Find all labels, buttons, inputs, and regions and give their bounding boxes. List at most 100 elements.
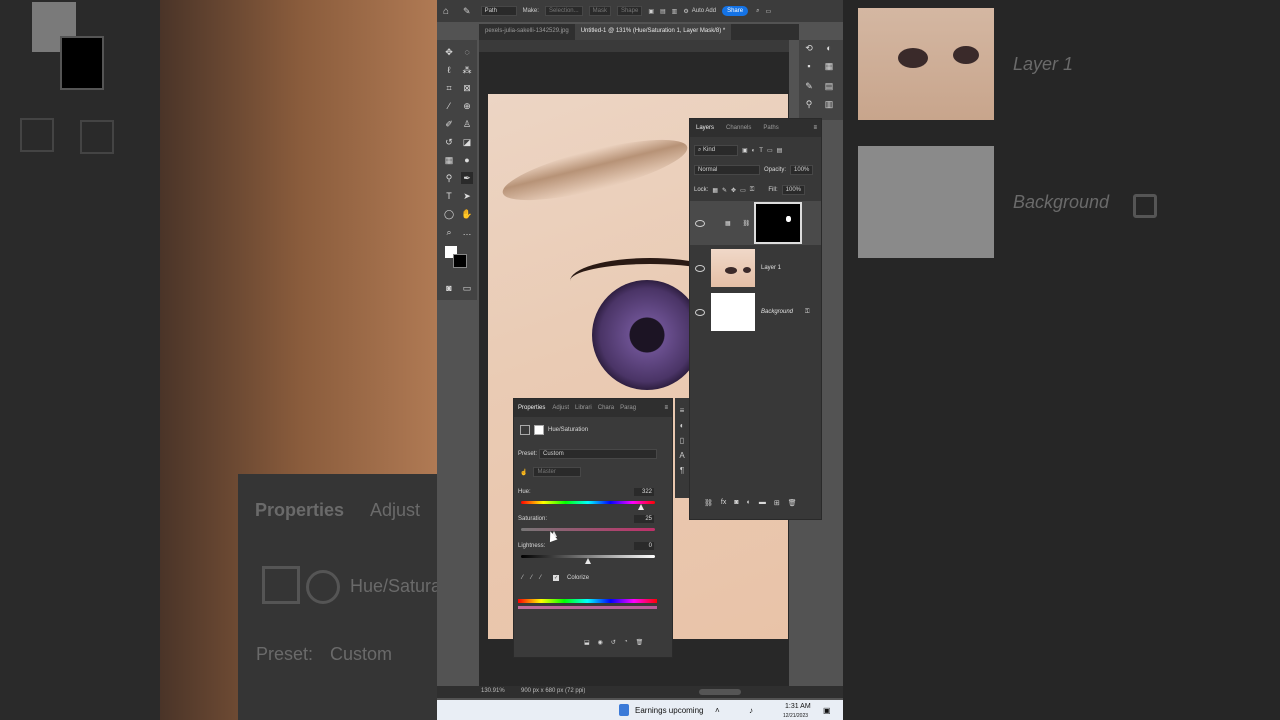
- preset-select[interactable]: Custom: [539, 449, 658, 459]
- home-icon[interactable]: ⌂: [443, 6, 449, 17]
- tab-libraries[interactable]: Librari: [572, 405, 595, 411]
- search-icon[interactable]: ⌕: [756, 8, 759, 15]
- brush-settings-icon[interactable]: ⚲: [803, 98, 815, 110]
- magic-wand-icon[interactable]: ⁂: [461, 64, 473, 76]
- layer-row-huesat[interactable]: ▦ ⛓: [690, 201, 821, 245]
- type-tool-icon[interactable]: T: [443, 190, 455, 202]
- eraser-tool-icon[interactable]: ◪: [461, 136, 473, 148]
- tab-paths[interactable]: Paths: [757, 125, 784, 131]
- layer-filter-select[interactable]: ⌕ Kind: [694, 145, 738, 156]
- news-icon[interactable]: [619, 704, 629, 716]
- fill-input[interactable]: 100%: [781, 185, 806, 195]
- tab-paragraph[interactable]: Parag: [617, 405, 639, 411]
- adjustment-icon[interactable]: [520, 425, 530, 435]
- notification-icon[interactable]: ▣: [823, 706, 831, 715]
- hue-value-input[interactable]: 322: [634, 488, 654, 496]
- delete-layer-icon[interactable]: 🗑: [788, 499, 797, 507]
- quick-mask-icon[interactable]: ◙: [443, 282, 455, 294]
- move-tool-icon[interactable]: ✥: [443, 46, 455, 58]
- tab-adjust[interactable]: Adjust: [549, 405, 572, 411]
- workspace-icon[interactable]: ▭: [765, 8, 771, 15]
- comments-icon[interactable]: ▪: [803, 60, 815, 72]
- panel-menu-icon[interactable]: ≡: [664, 405, 668, 411]
- fx-icon[interactable]: fx: [721, 499, 726, 507]
- tab-layers[interactable]: Layers: [690, 125, 720, 131]
- lock-move-icon[interactable]: ✥: [731, 187, 736, 194]
- new-layer-icon[interactable]: ⊞: [774, 499, 780, 507]
- healing-brush-icon[interactable]: ⊕: [461, 100, 473, 112]
- history-brush-icon[interactable]: ↺: [443, 136, 455, 148]
- layer-row-layer1[interactable]: Layer 1: [690, 247, 821, 289]
- tab-pexels[interactable]: pexels-julia-sakelli-1342529.jpg: [479, 24, 575, 40]
- filter-smart-icon[interactable]: ▤: [777, 147, 783, 154]
- path-arrange-icon[interactable]: ▥: [672, 8, 678, 15]
- saturation-value-input[interactable]: 25: [634, 515, 654, 523]
- blur-tool-icon[interactable]: ●: [461, 154, 473, 166]
- toggle-visibility-icon[interactable]: ◔: [624, 639, 628, 646]
- lightness-slider-thumb[interactable]: [585, 558, 591, 564]
- gear-icon[interactable]: ⚙: [683, 8, 688, 15]
- eyedropper-subtract-icon[interactable]: ⁄: [540, 575, 541, 581]
- volume-icon[interactable]: ♪: [749, 706, 753, 715]
- filter-shape-icon[interactable]: ▭: [767, 147, 773, 154]
- dodge-tool-icon[interactable]: ⚲: [443, 172, 455, 184]
- paragraph-icon[interactable]: ¶: [675, 466, 689, 475]
- color-wheel-icon[interactable]: ◐: [675, 421, 689, 430]
- layer-row-background[interactable]: Background ⚿: [690, 291, 821, 333]
- link-layers-icon[interactable]: ⛓: [704, 499, 713, 507]
- lasso-tool-icon[interactable]: ℓ: [443, 64, 455, 76]
- eyedropper-icon[interactable]: ⁄: [443, 100, 455, 112]
- brush-tool-icon[interactable]: ✐: [443, 118, 455, 130]
- swatches-icon[interactable]: ▦: [823, 60, 835, 72]
- path-select-icon[interactable]: ➤: [461, 190, 473, 202]
- tab-properties[interactable]: Properties: [514, 405, 549, 411]
- opacity-input[interactable]: 100%: [790, 165, 814, 175]
- add-mask-icon[interactable]: ◙: [734, 499, 738, 507]
- link-icon[interactable]: ⛓: [743, 220, 751, 227]
- view-previous-icon[interactable]: ◉: [598, 639, 603, 646]
- panel-menu-icon[interactable]: ≡: [813, 125, 817, 131]
- reset-icon[interactable]: ↺: [611, 639, 616, 646]
- history-icon[interactable]: ⟲: [803, 42, 815, 54]
- mask-icon[interactable]: [534, 425, 544, 435]
- layer-mask-thumbnail[interactable]: [754, 202, 803, 244]
- new-group-icon[interactable]: ▬: [759, 499, 766, 507]
- eyedropper-icon[interactable]: ⁄: [522, 575, 523, 581]
- pen-tool-icon[interactable]: ✒: [461, 172, 473, 184]
- hand-tool-icon[interactable]: ✋: [461, 208, 473, 220]
- path-align-icon[interactable]: ▤: [660, 8, 666, 15]
- visibility-eye-icon[interactable]: [695, 308, 705, 316]
- colorize-checkbox[interactable]: ✓: [553, 575, 560, 581]
- libraries-icon[interactable]: ▥: [823, 98, 835, 110]
- eyedropper-add-icon[interactable]: ⁄: [531, 575, 532, 581]
- channel-select[interactable]: Master: [533, 467, 582, 477]
- brushes-icon[interactable]: ✎: [803, 80, 815, 92]
- lock-paint-icon[interactable]: ✎: [722, 187, 727, 194]
- blend-mode-select[interactable]: Normal: [694, 165, 760, 175]
- selection-button[interactable]: Selection...: [544, 6, 583, 16]
- visibility-eye-icon[interactable]: [695, 219, 705, 227]
- share-button[interactable]: Share: [722, 6, 749, 16]
- marquee-tool-icon[interactable]: ◌: [461, 46, 473, 58]
- crop-tool-icon[interactable]: ⌗: [443, 82, 455, 94]
- frame-tool-icon[interactable]: ⊠: [461, 82, 473, 94]
- saturation-slider-track[interactable]: [521, 528, 655, 531]
- shape-tool-icon[interactable]: ◯: [443, 208, 455, 220]
- filter-pixel-icon[interactable]: ▣: [742, 147, 748, 154]
- mask-button[interactable]: Mask: [588, 6, 611, 16]
- zoom-tool-icon[interactable]: ⌕: [443, 226, 455, 238]
- document-icon[interactable]: ▯: [675, 436, 689, 445]
- path-ops-icon[interactable]: ▣: [648, 8, 654, 15]
- news-widget[interactable]: Earnings upcoming: [635, 706, 703, 715]
- filter-type-icon[interactable]: T: [759, 148, 763, 154]
- auto-add-checkbox[interactable]: Auto Add: [692, 8, 716, 14]
- adjust-sliders-icon[interactable]: ≡: [675, 406, 689, 415]
- filter-adjust-icon[interactable]: ◐: [752, 148, 756, 154]
- pen-mode-select[interactable]: Path: [480, 6, 517, 16]
- visibility-eye-icon[interactable]: [695, 264, 705, 272]
- tab-channels[interactable]: Channels: [720, 125, 757, 131]
- lock-pixels-icon[interactable]: ▦: [712, 187, 718, 194]
- shape-button[interactable]: Shape: [616, 6, 643, 16]
- hue-slider-thumb[interactable]: [638, 504, 644, 510]
- color-icon[interactable]: ◐: [823, 42, 835, 54]
